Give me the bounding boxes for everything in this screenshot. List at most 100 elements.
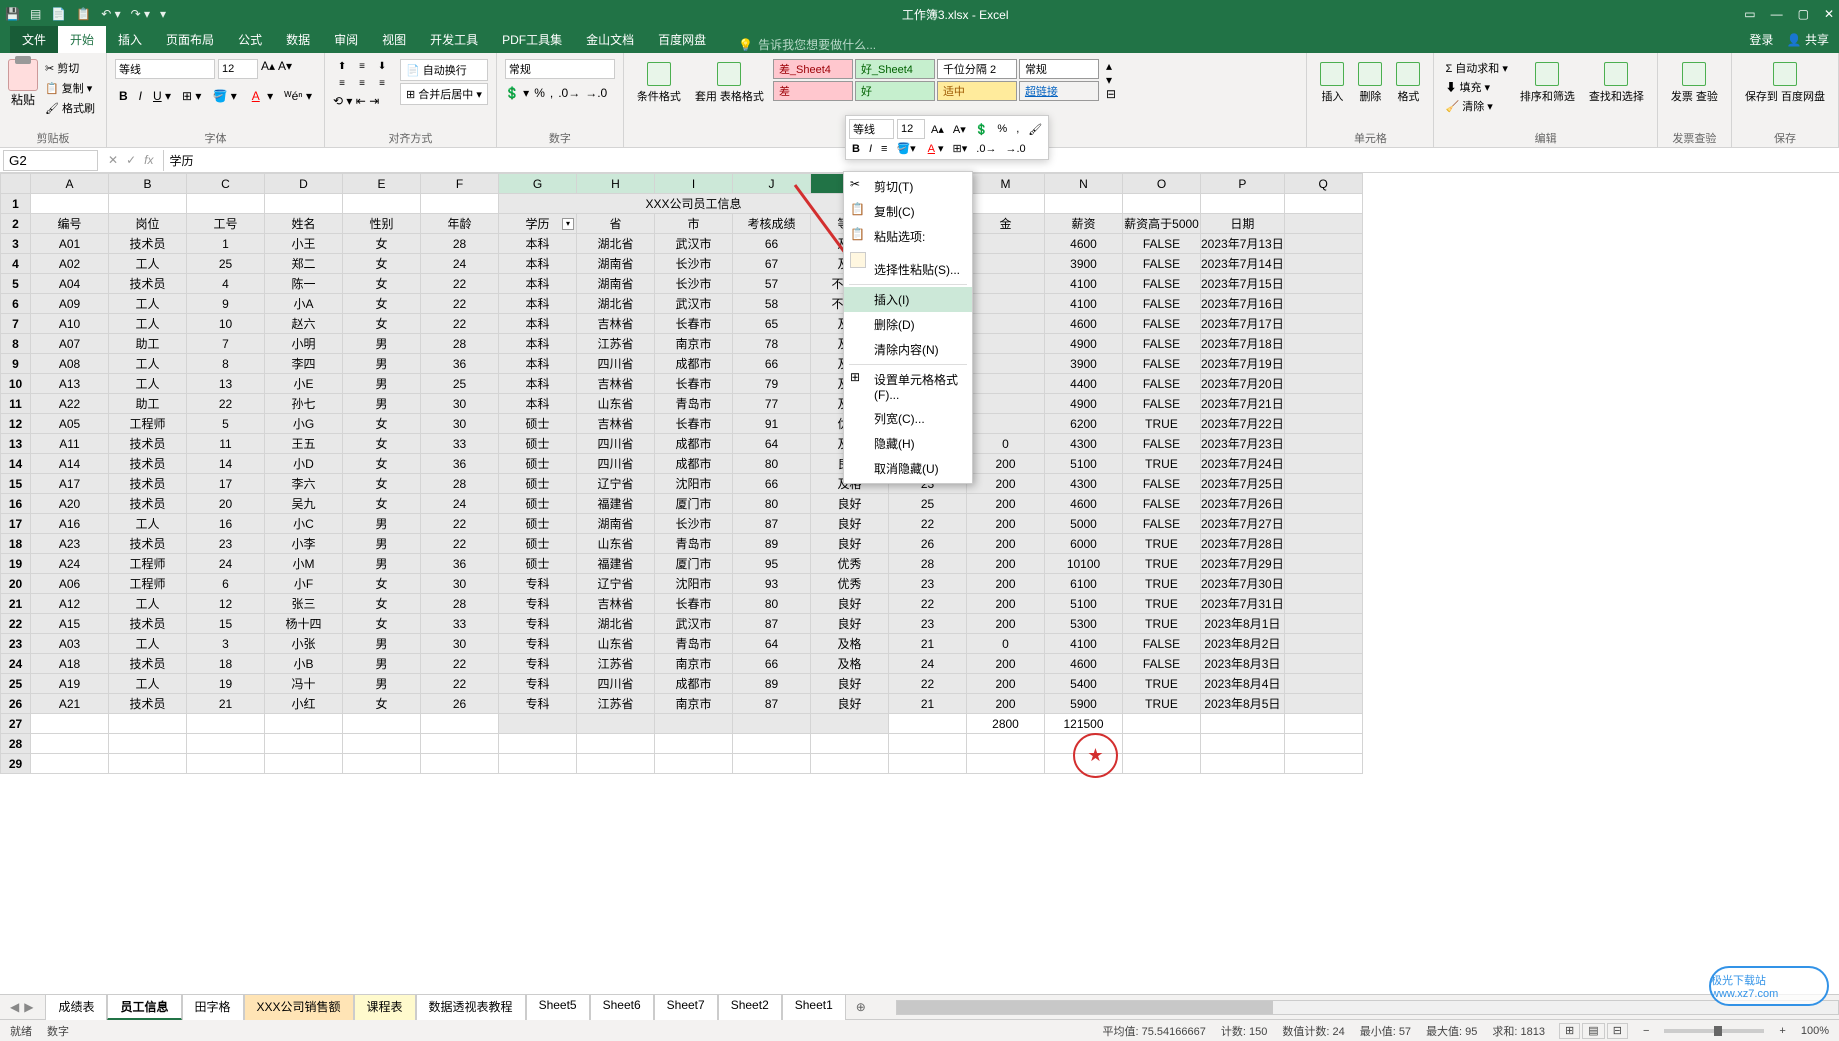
cell[interactable]: [1123, 734, 1201, 754]
cell[interactable]: 技术员: [109, 694, 187, 714]
cell[interactable]: 22: [421, 514, 499, 534]
header-cell[interactable]: 性别: [343, 214, 421, 234]
find-select-button[interactable]: 查找和选择: [1584, 59, 1649, 107]
cell[interactable]: 2023年7月15日: [1201, 274, 1285, 294]
cell[interactable]: 30: [421, 414, 499, 434]
cell[interactable]: A12: [31, 594, 109, 614]
style-good[interactable]: 好_Sheet4: [855, 59, 935, 79]
cell[interactable]: A21: [31, 694, 109, 714]
cell[interactable]: 2023年7月14日: [1201, 254, 1285, 274]
cell[interactable]: FALSE: [1123, 294, 1201, 314]
cell[interactable]: 青岛市: [655, 394, 733, 414]
menu-hide[interactable]: 隐藏(H): [844, 431, 972, 456]
cell[interactable]: 王五: [265, 434, 343, 454]
cell[interactable]: 21: [889, 634, 967, 654]
cell[interactable]: 4100: [1045, 634, 1123, 654]
cell[interactable]: [421, 714, 499, 734]
cell[interactable]: TRUE: [1123, 674, 1201, 694]
row-header-13[interactable]: 13: [1, 434, 31, 454]
cell[interactable]: [967, 374, 1045, 394]
row-header-2[interactable]: 2: [1, 214, 31, 234]
cell[interactable]: 小D: [265, 454, 343, 474]
cell[interactable]: 200: [967, 454, 1045, 474]
cell[interactable]: 2023年7月13日: [1201, 234, 1285, 254]
cell[interactable]: [1284, 394, 1362, 414]
cell[interactable]: 硕士: [499, 554, 577, 574]
cell[interactable]: 杨十四: [265, 614, 343, 634]
cell[interactable]: 陈一: [265, 274, 343, 294]
cell[interactable]: [655, 754, 733, 774]
cell[interactable]: 4900: [1045, 394, 1123, 414]
cell[interactable]: 200: [967, 554, 1045, 574]
cell[interactable]: FALSE: [1123, 274, 1201, 294]
cell[interactable]: 女: [343, 614, 421, 634]
cell[interactable]: [109, 754, 187, 774]
cell[interactable]: TRUE: [1123, 574, 1201, 594]
cell[interactable]: 湖北省: [577, 294, 655, 314]
cell[interactable]: A02: [31, 254, 109, 274]
qa-more[interactable]: ▾: [160, 7, 166, 21]
style-link[interactable]: 超链接: [1019, 81, 1099, 101]
mini-painter-icon[interactable]: 🖌: [1025, 122, 1045, 137]
cell[interactable]: 李六: [265, 474, 343, 494]
row-header-17[interactable]: 17: [1, 514, 31, 534]
align-top-icon[interactable]: ⬆: [333, 59, 351, 74]
cell[interactable]: A14: [31, 454, 109, 474]
cell[interactable]: 厦门市: [655, 554, 733, 574]
cell[interactable]: 58: [733, 294, 811, 314]
cell[interactable]: [1284, 654, 1362, 674]
cell[interactable]: 2023年7月19日: [1201, 354, 1285, 374]
cell[interactable]: 6: [187, 574, 265, 594]
cell[interactable]: 3900: [1045, 354, 1123, 374]
cell[interactable]: 技术员: [109, 534, 187, 554]
cell[interactable]: 本科: [499, 254, 577, 274]
cell[interactable]: 3: [187, 634, 265, 654]
increase-indent-icon[interactable]: ⇥: [369, 94, 379, 108]
col-header-A[interactable]: A: [31, 174, 109, 194]
cell[interactable]: [733, 734, 811, 754]
cell[interactable]: 女: [343, 314, 421, 334]
row-header-18[interactable]: 18: [1, 534, 31, 554]
cell[interactable]: 57: [733, 274, 811, 294]
cell[interactable]: [811, 754, 889, 774]
page-break-view-icon[interactable]: ⊟: [1607, 1023, 1628, 1039]
tab-review[interactable]: 审阅: [322, 26, 370, 53]
format-table-button[interactable]: 套用 表格格式: [690, 59, 769, 107]
cell[interactable]: [1201, 734, 1285, 754]
cell[interactable]: FALSE: [1123, 254, 1201, 274]
cell[interactable]: 28: [421, 334, 499, 354]
cell[interactable]: [1201, 714, 1285, 734]
fx-icon[interactable]: fx: [144, 153, 153, 167]
cell[interactable]: 张三: [265, 594, 343, 614]
cell[interactable]: 小F: [265, 574, 343, 594]
phonetic-button[interactable]: ᵂéⁿ ▾: [280, 87, 316, 105]
cell[interactable]: 77: [733, 394, 811, 414]
cell[interactable]: [187, 194, 265, 214]
style-general[interactable]: 常规: [1019, 59, 1099, 79]
save-baidu-button[interactable]: 保存到 百度网盘: [1740, 59, 1830, 107]
cell[interactable]: FALSE: [1123, 654, 1201, 674]
cell[interactable]: [1123, 754, 1201, 774]
cell[interactable]: 22: [421, 314, 499, 334]
cell[interactable]: 6000: [1045, 534, 1123, 554]
cell[interactable]: A08: [31, 354, 109, 374]
sheet-tab-9[interactable]: Sheet2: [718, 994, 782, 1020]
cell[interactable]: 工程师: [109, 414, 187, 434]
tell-me[interactable]: 💡 告诉我您想要做什么...: [738, 36, 876, 53]
cell[interactable]: [421, 194, 499, 214]
cell[interactable]: 11: [187, 434, 265, 454]
tab-data[interactable]: 数据: [274, 26, 322, 53]
copy-button[interactable]: 📋 复制 ▾: [42, 79, 98, 97]
italic-button[interactable]: I: [135, 87, 146, 105]
filter-dropdown-icon[interactable]: ▾: [562, 218, 574, 230]
cell[interactable]: 33: [421, 614, 499, 634]
cell[interactable]: 1: [187, 234, 265, 254]
cell[interactable]: 23: [889, 574, 967, 594]
cell[interactable]: 20: [187, 494, 265, 514]
cell[interactable]: 赵六: [265, 314, 343, 334]
row-header-4[interactable]: 4: [1, 254, 31, 274]
cell[interactable]: 技术员: [109, 494, 187, 514]
save-icon[interactable]: 💾: [5, 7, 20, 21]
cell[interactable]: 工程师: [109, 574, 187, 594]
cell[interactable]: FALSE: [1123, 514, 1201, 534]
